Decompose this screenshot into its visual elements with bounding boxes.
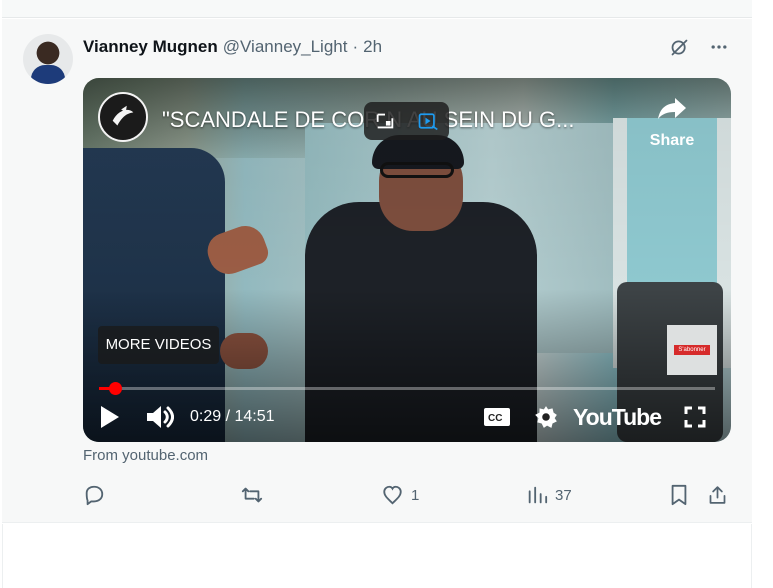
play-icon[interactable] [97,401,121,433]
like-count: 1 [411,486,420,504]
tweet-timeline: Vianney Mugnen @Vianney_Light · 2h "SCAN… [0,0,773,588]
video-share-label: Share [649,132,695,149]
svg-text:CC: CC [488,413,502,424]
link-source[interactable]: From youtube.com [83,447,208,464]
views-button[interactable]: 37 [526,483,669,507]
previous-tweet-card [2,0,752,18]
bookmark-button[interactable] [669,483,707,507]
more-icon[interactable] [708,36,730,58]
reply-button[interactable] [83,483,240,507]
reply-icon [85,485,104,506]
bookmark-icon [671,484,687,506]
fullscreen-icon[interactable] [683,401,707,433]
bar-chart-icon [528,486,548,504]
youtube-wordmark[interactable]: YouTube [573,404,662,431]
share-tweet-button[interactable] [707,483,728,507]
views-count: 37 [555,486,572,504]
retweet-button[interactable] [240,483,381,507]
tweet-card[interactable]: Vianney Mugnen @Vianney_Light · 2h "SCAN… [2,19,752,523]
heart-icon [383,485,402,505]
share-icon [709,486,726,504]
settings-icon[interactable] [533,401,559,433]
author-avatar[interactable] [23,34,73,84]
video-scrubber[interactable] [109,382,122,395]
subscribe-thumbnail[interactable]: S'abonner [667,325,717,375]
next-tweet-card [2,524,752,588]
share-icon [658,98,686,119]
subscribe-label: S'abonner [674,345,710,355]
grok-icon[interactable] [668,36,690,58]
tweet-top-actions [668,36,730,58]
video-controls: 0:29 / 14:51 CC YouTube [97,401,707,433]
author-handle[interactable]: @Vianney_Light [223,37,348,57]
channel-logo-icon [112,105,134,126]
watch-later-icon[interactable] [417,110,439,132]
tweet-time[interactable]: 2h [363,37,382,57]
more-videos-button[interactable]: MORE VIDEOS [98,326,219,364]
picture-in-picture-icon[interactable] [374,110,396,132]
video-time-readout: 0:29 / 14:51 [190,408,275,425]
captions-icon[interactable]: CC [483,401,511,433]
retweet-icon [241,487,263,503]
author-name[interactable]: Vianney Mugnen [83,37,218,57]
video-overlay-actions [364,102,449,140]
channel-logo[interactable] [98,92,148,142]
video-share-button[interactable]: Share [646,96,698,154]
like-button[interactable]: 1 [381,483,526,507]
youtube-video-player[interactable]: "SCANDALE DE COR N AU SEIN DU G... Share… [83,78,731,442]
tweet-action-bar: 1 37 [83,483,731,507]
metadata-separator: · [352,37,359,56]
video-progress-bar[interactable] [99,382,715,395]
volume-icon[interactable] [145,401,174,433]
tweet-header: Vianney Mugnen @Vianney_Light · 2h [83,36,382,58]
